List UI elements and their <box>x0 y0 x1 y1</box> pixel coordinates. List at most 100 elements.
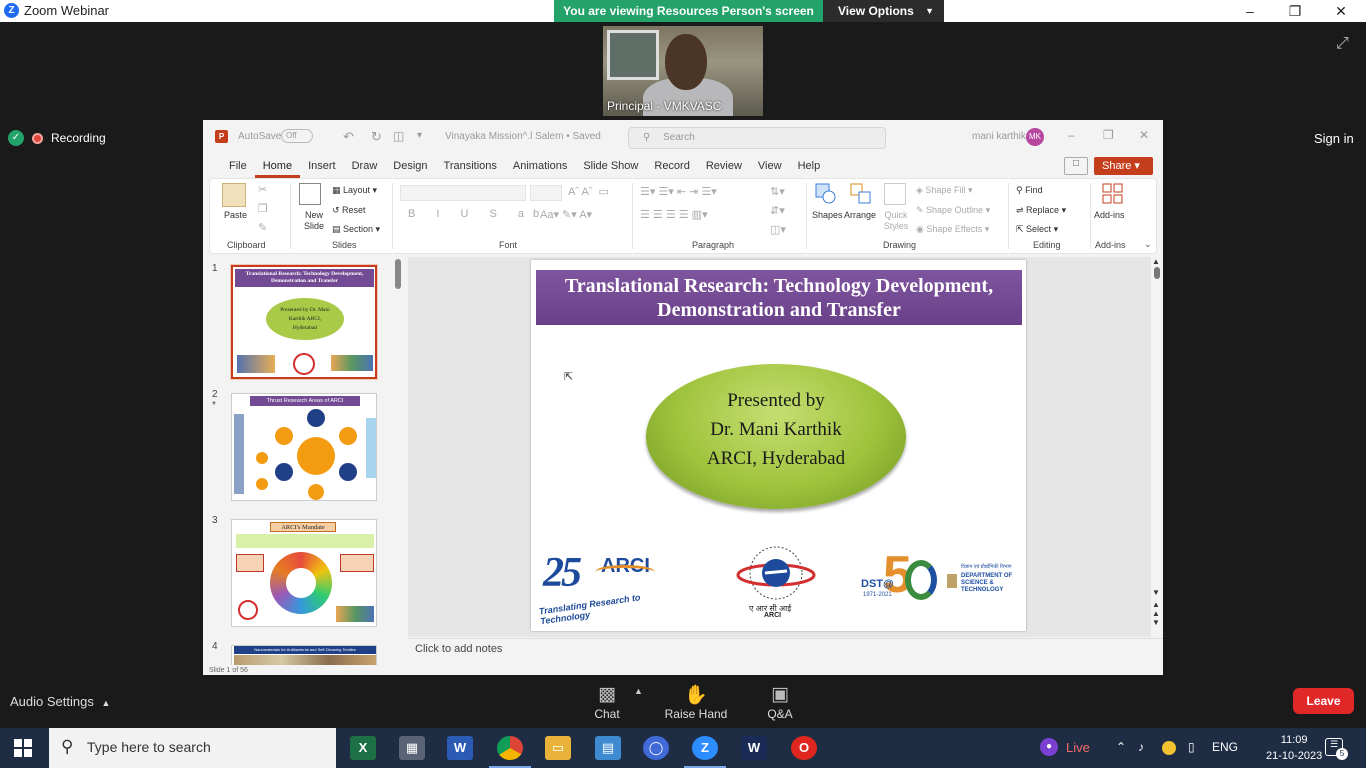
layout-button[interactable]: ▦ Layout ▾ <box>332 185 377 196</box>
share-button[interactable]: Share ▾ <box>1094 157 1153 175</box>
arrange-icon[interactable] <box>850 183 872 205</box>
alignment-controls[interactable]: ☰ ☰ ☰ ☰ ▥▾ <box>640 208 708 221</box>
scroll-down-icon[interactable]: ▼ <box>1152 588 1160 597</box>
ppt-close-icon[interactable]: ✕ <box>1139 128 1149 142</box>
tab-file[interactable]: File <box>221 156 255 178</box>
browser-shield-icon[interactable]: ◯ <box>643 736 669 760</box>
tab-slide-show[interactable]: Slide Show <box>575 156 646 178</box>
thumbnail-slide-4[interactable]: Nanomaterials for Antibacterial and Self… <box>231 645 377 665</box>
redo-icon[interactable]: ↻ <box>371 129 382 145</box>
autosave-toggle[interactable]: Off <box>281 129 313 143</box>
new-slide-icon[interactable] <box>299 183 321 205</box>
format-painter-icon[interactable]: ✎ <box>258 221 267 234</box>
new-slide-button[interactable]: New Slide <box>300 210 328 232</box>
font-size-controls[interactable]: Aˆ Aˇ ▭ <box>568 185 609 198</box>
participant-video[interactable]: Principal - VMKVASC <box>603 26 763 116</box>
replace-button[interactable]: ⇌ Replace ▾ <box>1016 205 1066 216</box>
slide-1[interactable]: Translational Research: Technology Devel… <box>531 260 1026 631</box>
raise-hand-button[interactable]: ✋ Raise Hand <box>664 683 728 721</box>
app-window-icon[interactable]: ▤ <box>595 736 621 760</box>
document-title[interactable]: Vinayaka Mission^.l Salem • Saved <box>445 131 601 142</box>
tab-help[interactable]: Help <box>790 156 829 178</box>
thumbnail-slide-1[interactable]: Translational Research: Technology Devel… <box>231 265 377 379</box>
select-button[interactable]: ⇱ Select ▾ <box>1016 224 1058 235</box>
leave-button[interactable]: Leave <box>1293 688 1354 714</box>
ppt-search-box[interactable]: ⚲ Search <box>628 127 886 149</box>
thumbnail-slide-2[interactable]: Thrust Research Areas of ARCI <box>231 393 377 501</box>
present-icon[interactable]: ◫ <box>393 129 404 143</box>
tab-design[interactable]: Design <box>385 156 435 178</box>
prev-next-slide-icons[interactable]: ▲ ▲ ▼ <box>1152 600 1160 627</box>
slide-scrollbar[interactable]: ▲ ▼ ▲ ▲ ▼ <box>1151 257 1163 637</box>
quick-styles-icon[interactable] <box>884 183 906 205</box>
live-indicator[interactable]: ● Live <box>1040 738 1090 756</box>
opera-icon[interactable]: O <box>791 736 817 760</box>
qa-button[interactable]: ▣ Q&A <box>764 683 796 721</box>
find-button[interactable]: ⚲ Find <box>1016 185 1043 196</box>
notes-pane[interactable]: Click to add notes <box>408 638 1163 660</box>
word-icon[interactable]: W <box>447 736 473 760</box>
tab-home[interactable]: Home <box>254 156 301 178</box>
ppt-restore-icon[interactable]: ❐ <box>1103 128 1114 142</box>
reset-button[interactable]: ↺ Reset <box>332 205 366 216</box>
shape-fill-button[interactable]: ◈ Shape Fill ▾ <box>916 185 972 196</box>
avatar[interactable]: MK <box>1026 128 1044 146</box>
font-size-dropdown[interactable] <box>530 185 562 201</box>
tab-review[interactable]: Review <box>698 156 750 178</box>
copy-icon[interactable]: ❐ <box>258 202 268 215</box>
shape-outline-button[interactable]: ✎ Shape Outline ▾ <box>916 205 990 216</box>
shapes-icon[interactable] <box>815 183 837 205</box>
qat-more-icon[interactable]: ▾ <box>417 130 422 141</box>
collapse-ribbon-icon[interactable]: ⌄ <box>1144 239 1152 250</box>
view-options-button[interactable]: View Options ▼ <box>823 0 944 22</box>
tray-app-icon[interactable] <box>1162 741 1176 755</box>
shapes-button[interactable]: Shapes <box>812 210 843 220</box>
tab-draw[interactable]: Draw <box>344 156 386 178</box>
thumbnail-slide-3[interactable]: ARCI's Mandate <box>231 519 377 627</box>
webex-icon[interactable]: W <box>741 736 767 760</box>
tray-chevron-up-icon[interactable]: ⌃ <box>1116 740 1126 754</box>
zoom-taskbar-icon[interactable]: Z <box>684 736 726 768</box>
chat-button[interactable]: ▩ Chat <box>592 683 622 721</box>
addins-icon[interactable] <box>1102 183 1124 205</box>
paste-icon[interactable] <box>222 183 246 207</box>
comments-icon[interactable]: □ <box>1064 157 1088 175</box>
fullscreen-icon[interactable]: ⤢ <box>1336 35 1349 53</box>
quick-styles-button[interactable]: Quick Styles <box>882 210 910 232</box>
font-family-dropdown[interactable] <box>400 185 526 201</box>
undo-icon[interactable]: ↶ <box>343 129 354 145</box>
file-explorer-icon[interactable]: ▭ <box>545 736 571 760</box>
chrome-icon[interactable] <box>489 736 531 768</box>
addins-button[interactable]: Add-ins <box>1094 210 1125 220</box>
network-icon[interactable]: ▯ <box>1188 740 1195 754</box>
font-format-buttons[interactable]: B I U S ab <box>408 208 548 220</box>
section-button[interactable]: ▤ Section ▾ <box>332 224 380 235</box>
font-color-controls[interactable]: Aa▾ ✎▾ A▾ <box>540 208 592 221</box>
language-indicator[interactable]: ENG <box>1212 740 1238 754</box>
chat-options-chevron-icon[interactable]: ▲ <box>634 686 643 696</box>
paste-button[interactable]: Paste <box>224 210 247 220</box>
minimize-button[interactable]: – <box>1227 0 1273 22</box>
thumbnail-scrollbar[interactable] <box>395 259 401 289</box>
taskbar-search-box[interactable]: ⚲ Type here to search <box>49 728 336 768</box>
tab-view[interactable]: View <box>750 156 790 178</box>
tab-transitions[interactable]: Transitions <box>436 156 505 178</box>
presenter-oval[interactable]: Presented by Dr. Mani Karthik ARCI, Hyde… <box>646 364 906 509</box>
ppt-minimize-icon[interactable]: – <box>1068 128 1075 142</box>
sign-in-link[interactable]: Sign in <box>1314 131 1354 146</box>
arrange-button[interactable]: Arrange <box>844 210 876 220</box>
excel-icon[interactable]: X <box>350 736 376 760</box>
tab-record[interactable]: Record <box>646 156 697 178</box>
scroll-thumb[interactable] <box>1154 267 1160 279</box>
recording-indicator[interactable]: ✓ Recording <box>8 130 106 146</box>
scroll-up-icon[interactable]: ▲ <box>1152 257 1160 266</box>
text-direction-controls[interactable]: ⇅▾ ⇵▾ ◫▾ <box>770 183 786 240</box>
tab-insert[interactable]: Insert <box>300 156 344 178</box>
cut-icon[interactable]: ✂ <box>258 183 267 196</box>
audio-settings-button[interactable]: Audio Settings ▲ <box>10 694 110 709</box>
windows-start-icon[interactable] <box>14 739 32 757</box>
list-controls[interactable]: ☰▾ ☰▾ ⇤ ⇥ ☰▾ <box>640 185 717 198</box>
shape-effects-button[interactable]: ◉ Shape Effects ▾ <box>916 224 989 235</box>
speaker-icon[interactable]: ♪ <box>1138 740 1144 754</box>
calculator-icon[interactable]: ▦ <box>399 736 425 760</box>
